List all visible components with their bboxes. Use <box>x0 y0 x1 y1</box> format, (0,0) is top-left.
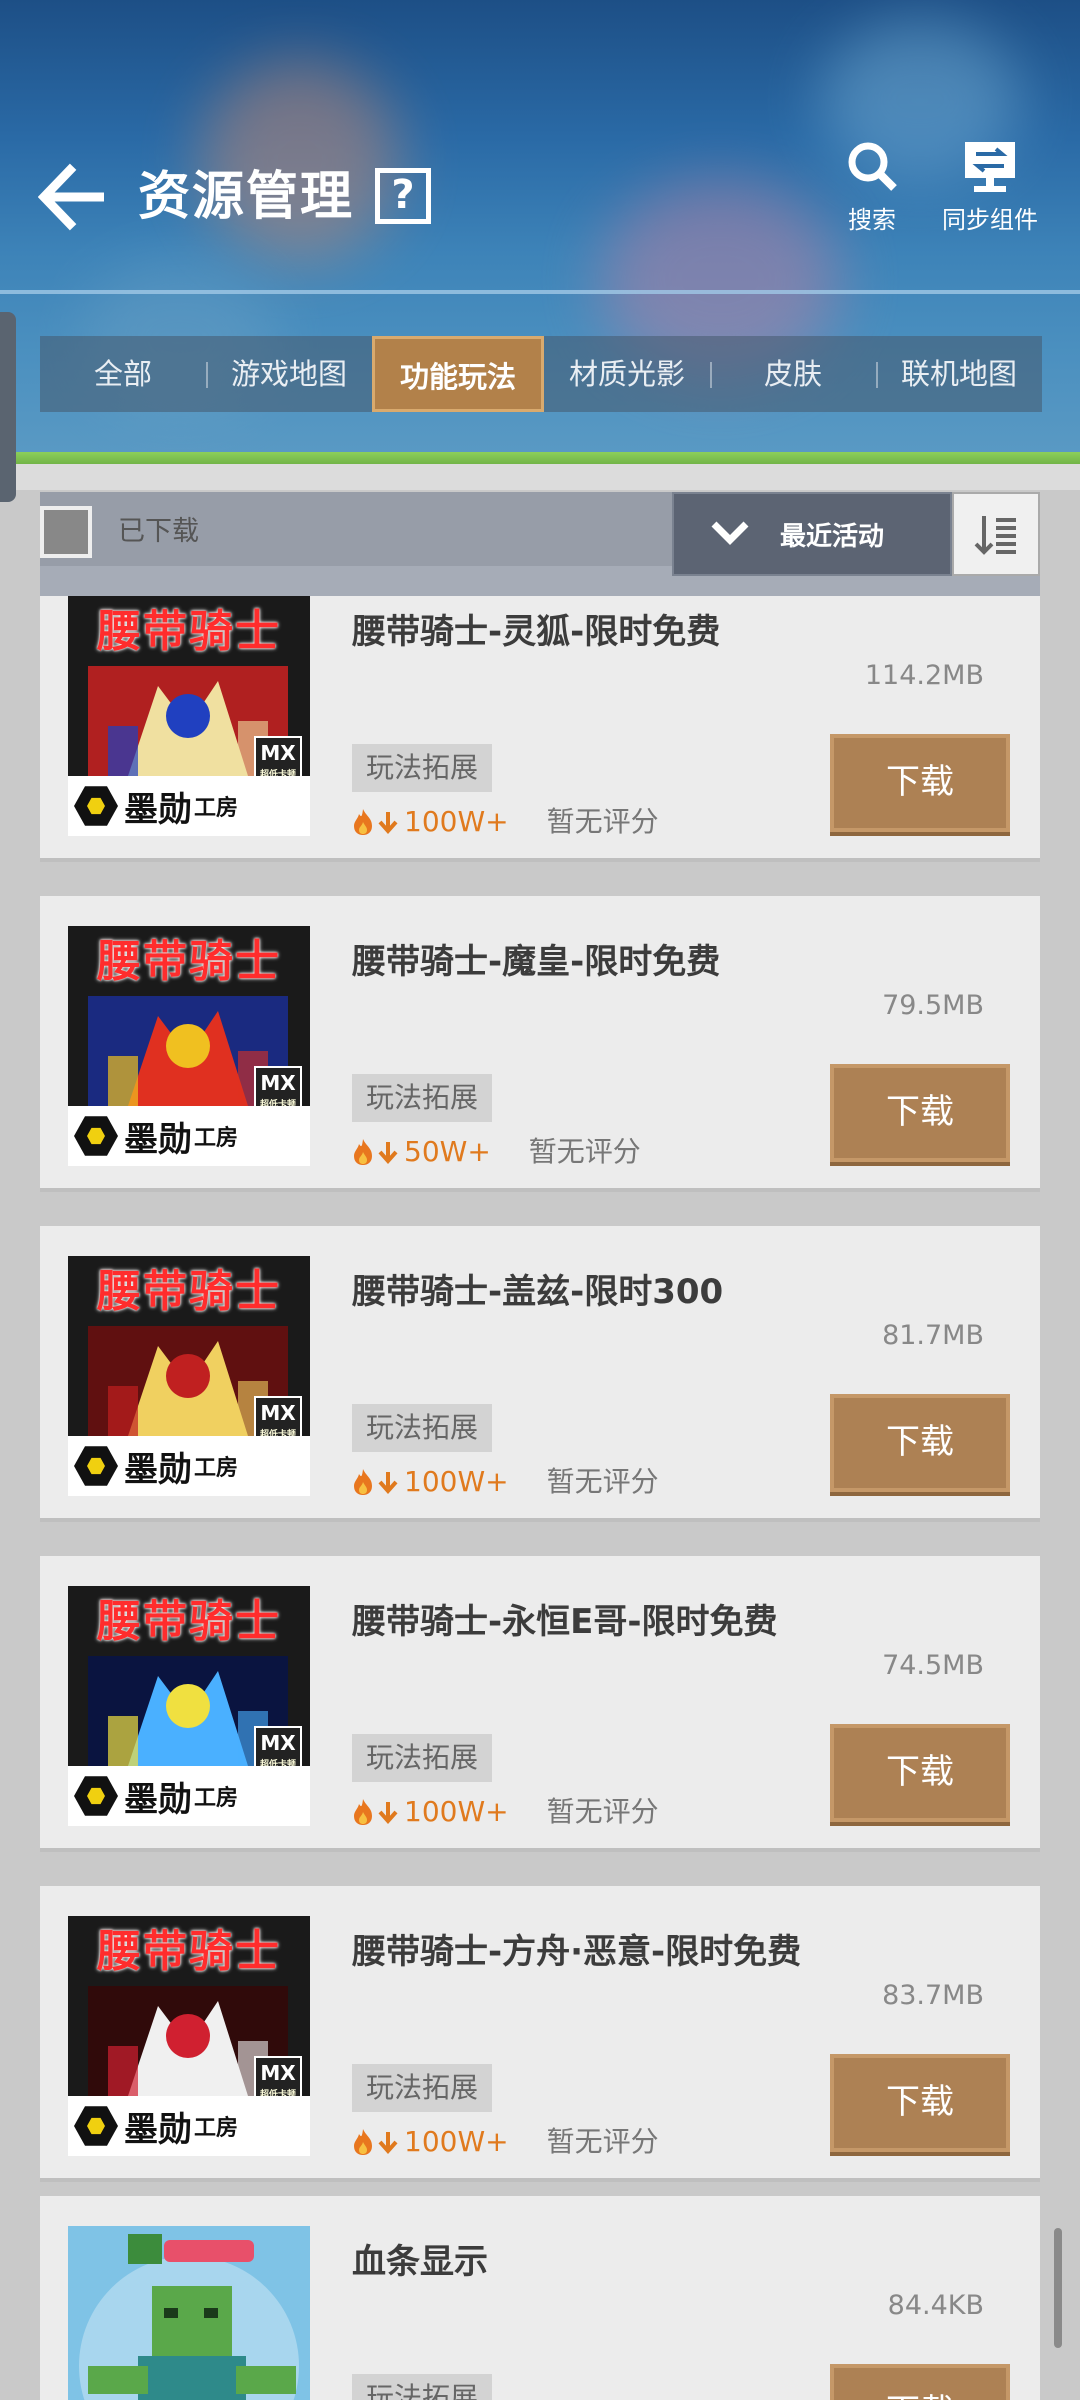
studio-logo: 墨勋 工房 <box>68 776 310 836</box>
studio-logo-icon <box>74 786 118 826</box>
file-size: 81.7MB <box>882 1320 984 1351</box>
download-stats: 100W+ 暂无评分 <box>352 2122 659 2162</box>
chevron-down-icon <box>711 521 749 545</box>
resource-title[interactable]: 腰带骑士-永恒E哥-限时免费 <box>352 1594 777 1643</box>
file-size: 83.7MB <box>882 1980 984 2011</box>
resource-card[interactable]: 腰带骑士 MX 超低卡顿 墨勋 工房 腰带骑士-灵狐-限时免费 114.2MB 玩… <box>40 566 1040 862</box>
sort-label: 最近活动 <box>780 521 885 552</box>
fire-icon <box>354 1469 372 1495</box>
download-arrow-icon <box>378 1472 398 1494</box>
download-stats: 100W+ 暂无评分 <box>352 1462 659 1502</box>
resource-thumbnail[interactable]: 腰带骑士 MX 超低卡顿 墨勋 工房 <box>68 596 310 836</box>
resource-card[interactable]: 腰带骑士 MX 超低卡顿 墨勋 工房 腰带骑士-永恒E哥-限时免费 74.5MB … <box>40 1556 1040 1852</box>
category-tag: 玩法拓展 <box>352 744 493 792</box>
download-button[interactable]: 下载 <box>830 734 1010 832</box>
rating-text: 暂无评分 <box>546 2125 659 2158</box>
resource-title[interactable]: 腰带骑士-盖兹-限时300 <box>352 1264 723 1313</box>
download-count: 100W+ <box>404 1465 509 1498</box>
download-stats: 50W+ 暂无评分 <box>352 1132 641 1172</box>
resource-card[interactable]: 腰带骑士 MX 超低卡顿 墨勋 工房 腰带骑士-盖兹-限时300 81.7MB 玩… <box>40 1226 1040 1522</box>
download-arrow-icon <box>378 812 398 834</box>
download-arrow-icon <box>378 1142 398 1164</box>
category-tag: 玩法拓展 <box>352 2374 493 2400</box>
studio-logo: 墨勋 工房 <box>68 1436 310 1496</box>
studio-logo-icon <box>74 1116 118 1156</box>
category-tag: 玩法拓展 <box>352 1404 493 1452</box>
health-bar-zombie-artwork <box>68 2226 310 2400</box>
resource-thumbnail[interactable] <box>68 2226 310 2400</box>
fire-icon <box>354 809 372 835</box>
download-arrow-icon <box>378 2132 398 2154</box>
download-count: 100W+ <box>404 1795 509 1828</box>
sort-order-icon <box>974 516 1016 555</box>
fire-icon <box>354 1139 372 1165</box>
resource-thumbnail[interactable]: 腰带骑士 MX 超低卡顿 墨勋 工房 <box>68 1586 310 1826</box>
resource-list: 腰带骑士 MX 超低卡顿 墨勋 工房 腰带骑士-灵狐-限时免费 114.2MB 玩… <box>40 0 1040 2400</box>
thumb-banner-text: 腰带骑士 <box>97 1596 281 1647</box>
side-drawer-handle[interactable] <box>0 312 16 502</box>
resource-thumbnail[interactable]: 腰带骑士 MX 超低卡顿 墨勋 工房 <box>68 1256 310 1496</box>
download-button[interactable]: 下载 <box>830 1724 1010 1822</box>
resource-title[interactable]: 腰带骑士-灵狐-限时免费 <box>352 604 720 653</box>
resource-card[interactable]: 血条显示 84.4KB 玩法拓展 下载 <box>40 2196 1040 2400</box>
file-size: 74.5MB <box>882 1650 984 1681</box>
sort-dropdown[interactable]: 最近活动 <box>672 492 952 576</box>
download-button[interactable]: 下载 <box>830 1064 1010 1162</box>
rating-text: 暂无评分 <box>546 805 659 838</box>
studio-logo-icon <box>74 1446 118 1486</box>
download-stats: 100W+ 暂无评分 <box>352 802 659 842</box>
thumb-banner-text: 腰带骑士 <box>97 936 281 987</box>
fire-icon <box>354 1799 372 1825</box>
studio-logo-icon <box>74 2106 118 2146</box>
resource-card[interactable]: 腰带骑士 MX 超低卡顿 墨勋 工房 腰带骑士-魔皇-限时免费 79.5MB 玩法… <box>40 896 1040 1192</box>
category-tag: 玩法拓展 <box>352 1074 493 1122</box>
resource-thumbnail[interactable]: 腰带骑士 MX 超低卡顿 墨勋 工房 <box>68 1916 310 2156</box>
downloaded-label: 已下载 <box>118 516 199 547</box>
download-count: 100W+ <box>404 805 509 838</box>
rating-text: 暂无评分 <box>546 1795 659 1828</box>
download-button[interactable]: 下载 <box>830 2054 1010 2152</box>
download-button[interactable]: 下载 <box>830 1394 1010 1492</box>
studio-logo: 墨勋 工房 <box>68 1766 310 1826</box>
download-count: 50W+ <box>404 1135 491 1168</box>
category-tag: 玩法拓展 <box>352 1734 493 1782</box>
rating-text: 暂无评分 <box>546 1465 659 1498</box>
rating-text: 暂无评分 <box>528 1135 641 1168</box>
resource-title[interactable]: 腰带骑士-方舟·恶意-限时免费 <box>352 1924 801 1973</box>
download-count: 100W+ <box>404 2125 509 2158</box>
file-size: 79.5MB <box>882 990 984 1021</box>
studio-logo: 墨勋 工房 <box>68 1106 310 1166</box>
scrollbar[interactable] <box>1054 2228 1062 2348</box>
studio-logo: 墨勋 工房 <box>68 2096 310 2156</box>
download-button[interactable]: 下载 <box>830 2364 1010 2400</box>
resource-title[interactable]: 血条显示 <box>352 2234 488 2283</box>
resource-thumbnail[interactable]: 腰带骑士 MX 超低卡顿 墨勋 工房 <box>68 926 310 1166</box>
fire-icon <box>354 2129 372 2155</box>
thumb-banner-text: 腰带骑士 <box>97 1266 281 1317</box>
file-size: 114.2MB <box>864 660 984 691</box>
downloaded-checkbox[interactable] <box>40 506 92 558</box>
thumb-banner-text: 腰带骑士 <box>97 1926 281 1977</box>
thumb-banner-text: 腰带骑士 <box>97 606 281 657</box>
file-size: 84.4KB <box>887 2290 984 2321</box>
sort-order-button[interactable] <box>952 492 1040 576</box>
download-arrow-icon <box>378 1802 398 1824</box>
resource-title[interactable]: 腰带骑士-魔皇-限时免费 <box>352 934 720 983</box>
studio-logo-icon <box>74 1776 118 1816</box>
resource-card[interactable]: 腰带骑士 MX 超低卡顿 墨勋 工房 腰带骑士-方舟·恶意-限时免费 83.7MB… <box>40 1886 1040 2182</box>
download-stats: 100W+ 暂无评分 <box>352 1792 659 1832</box>
category-tag: 玩法拓展 <box>352 2064 493 2112</box>
